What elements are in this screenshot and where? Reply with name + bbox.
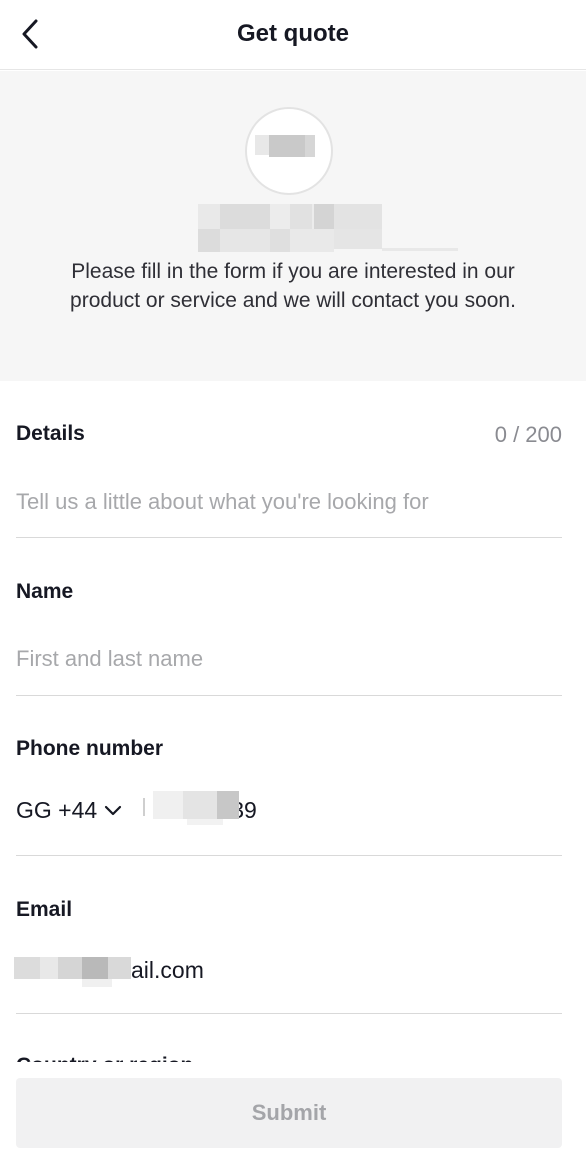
chevron-down-icon bbox=[105, 805, 122, 816]
details-field: Details 0 / 200 bbox=[16, 405, 562, 538]
details-char-counter: 0 / 200 bbox=[494, 422, 562, 447]
nav-bar: Get quote bbox=[0, 0, 586, 70]
submit-button[interactable]: Submit bbox=[16, 1078, 562, 1148]
advertiser-name-redacted bbox=[198, 204, 458, 252]
name-field: Name bbox=[16, 563, 562, 696]
advertiser-header: Please fill in the form if you are inter… bbox=[0, 71, 586, 381]
name-label: Name bbox=[16, 580, 74, 603]
email-input[interactable]: ail.com bbox=[14, 956, 204, 987]
email-label: Email bbox=[16, 898, 73, 921]
phone-row: GG +44 39 bbox=[16, 790, 257, 827]
country-region-label: Country or region bbox=[16, 1040, 216, 1062]
country-code-selector[interactable]: GG +44 bbox=[16, 797, 123, 824]
page-title: Get quote bbox=[237, 20, 349, 47]
details-label: Details bbox=[16, 422, 85, 445]
submit-bar: Submit bbox=[0, 1064, 586, 1163]
name-input[interactable] bbox=[16, 642, 562, 676]
get-quote-page: Get quote Please fill in the form if you… bbox=[0, 0, 586, 1163]
country-code-value: GG +44 bbox=[16, 796, 98, 823]
advertiser-avatar bbox=[245, 107, 333, 195]
email-field: Email ail.com bbox=[14, 880, 562, 1014]
phone-number-redacted bbox=[143, 790, 240, 825]
intro-text: Please fill in the form if you are inter… bbox=[70, 260, 516, 312]
email-row: ail.com bbox=[14, 953, 204, 987]
phone-label: Phone number bbox=[16, 737, 164, 760]
phone-field: Phone number GG +44 39 bbox=[16, 720, 562, 856]
phone-input[interactable]: 39 bbox=[143, 790, 257, 825]
details-input[interactable] bbox=[16, 485, 562, 519]
email-redacted bbox=[14, 951, 131, 987]
email-value-visible: ail.com bbox=[131, 956, 204, 983]
